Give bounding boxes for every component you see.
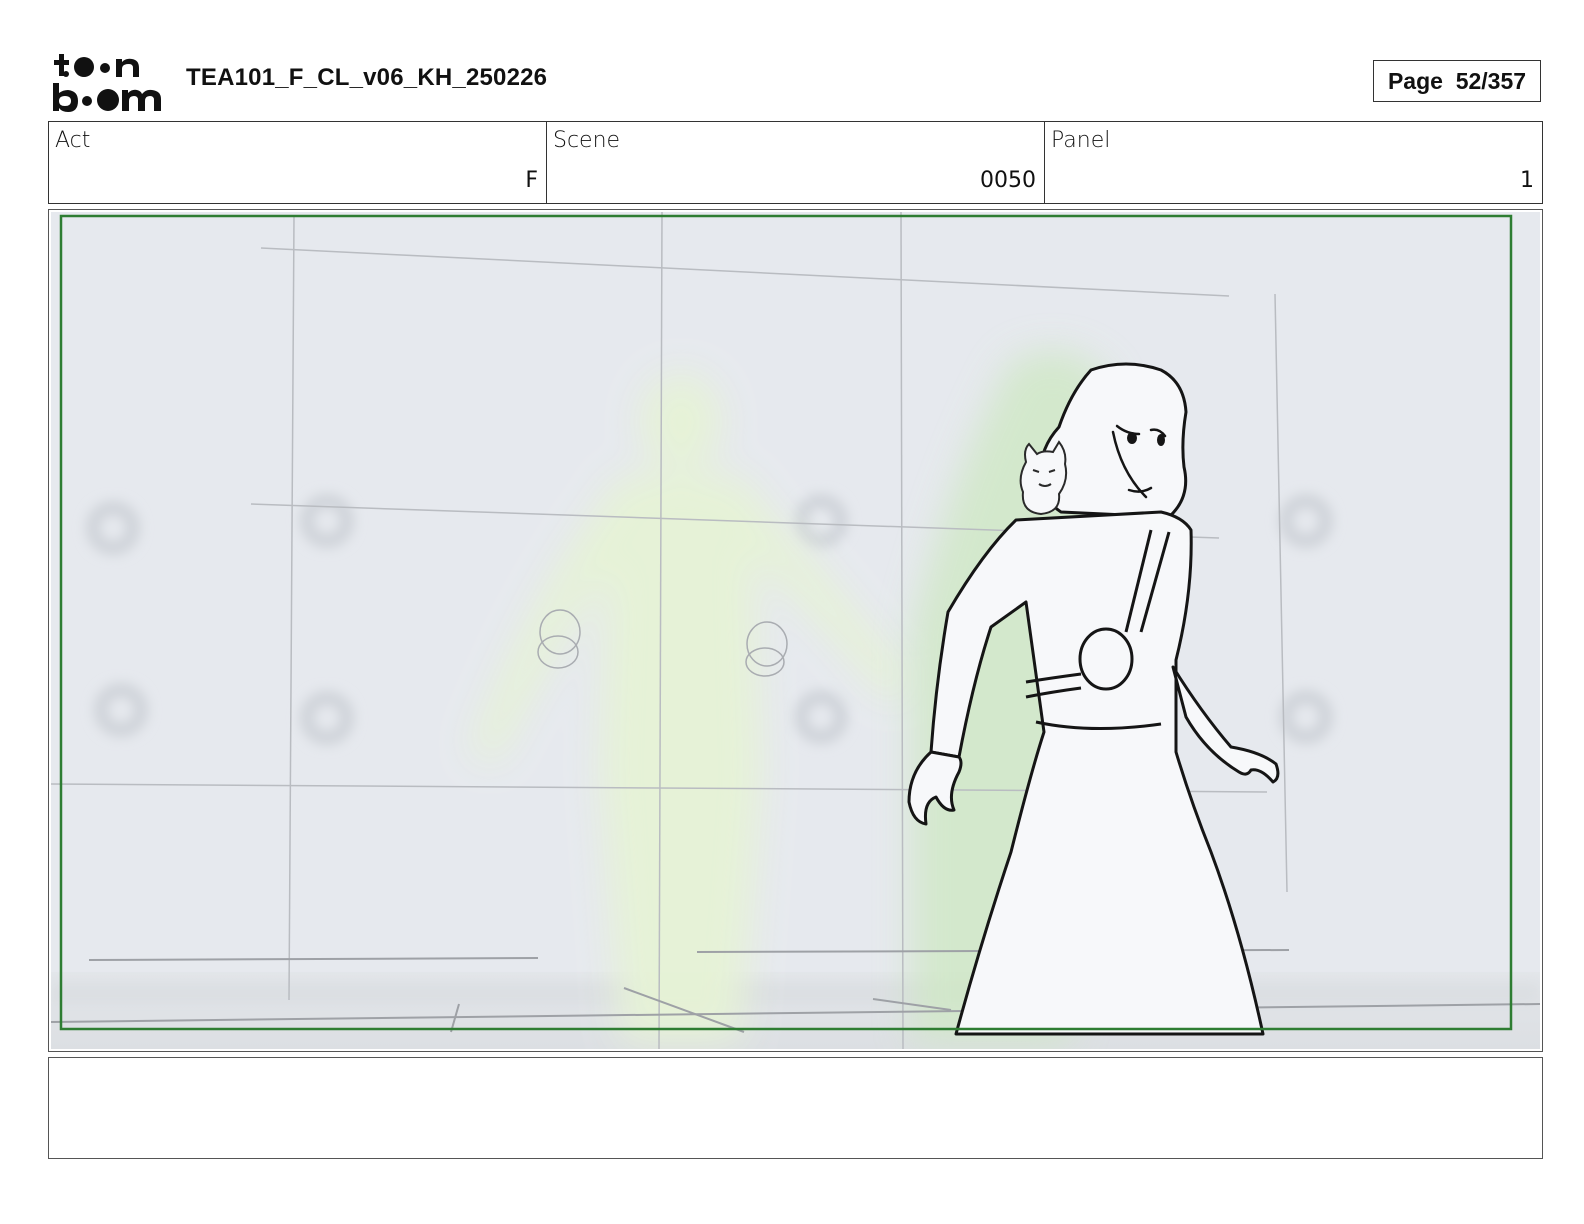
scene-label: Scene (553, 128, 621, 153)
panel-notes-box (48, 1057, 1543, 1159)
act-cell: Act F (49, 122, 547, 203)
panel-info-row: Act F Scene 0050 Panel 1 (48, 121, 1543, 204)
act-value: F (525, 168, 538, 193)
document-title: TEA101_F_CL_v06_KH_250226 (186, 64, 548, 91)
scene-cell: Scene 0050 (547, 122, 1045, 203)
panel-frame (48, 209, 1543, 1052)
page-indicator: Page 52/357 (1373, 60, 1541, 102)
act-label: Act (55, 128, 91, 153)
panel-cell: Panel 1 (1045, 122, 1542, 203)
panel-label: Panel (1051, 128, 1111, 153)
scene-value: 0050 (980, 168, 1036, 193)
storyboard-sketch-image (51, 212, 1540, 1049)
toon-boom-logo (53, 54, 161, 112)
page-label: Page 52/357 (1387, 67, 1527, 94)
panel-value: 1 (1520, 168, 1534, 193)
